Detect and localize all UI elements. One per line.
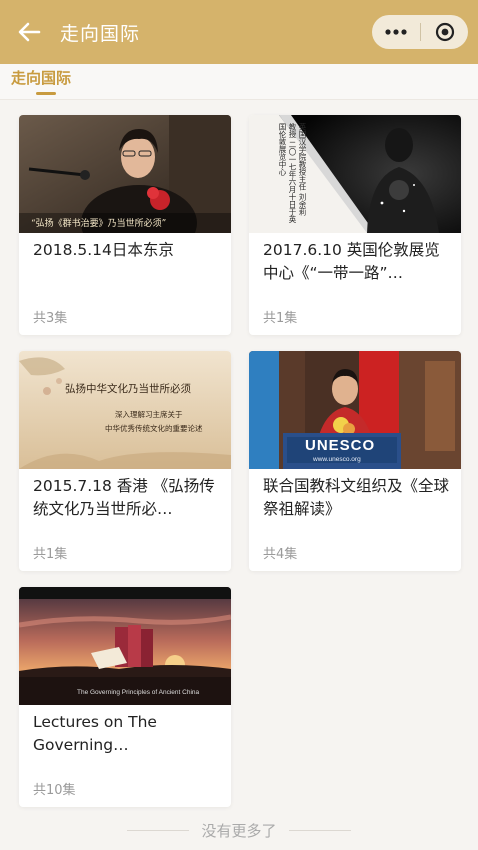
album-card[interactable]: “弘扬《群书治要》乃当世所必须” 2018.5.14日本东京 共3集 bbox=[19, 115, 231, 335]
page-title: 走向国际 bbox=[60, 23, 141, 45]
thumbnail-subline: 深入理解习主席关于 bbox=[115, 410, 183, 419]
unesco-logo: UNESCO bbox=[305, 437, 376, 454]
divider-left bbox=[127, 829, 190, 831]
album-card[interactable]: 英国汉学院教授主任 刘余莉 教授 二〇一七年六月十日于英国伦敦展览中心 2017… bbox=[249, 115, 461, 335]
album-title: 2018.5.14日本东京 bbox=[33, 241, 174, 259]
more-button[interactable] bbox=[372, 15, 420, 49]
album-thumbnail: 弘扬中华文化乃当世所必须 深入理解习主席关于 中华优秀传统文化的重要论述 bbox=[19, 351, 231, 469]
album-card[interactable]: UNESCO www.unesco.org 联合国教科文组织及《全球祭祖解读》 … bbox=[249, 351, 461, 571]
no-more-text: 没有更多了 bbox=[201, 821, 277, 840]
category-tabbar: 走向国际 bbox=[0, 64, 478, 100]
thumbnail-caption: “弘扬《群书治要》乃当世所必须” bbox=[31, 219, 167, 229]
close-button[interactable] bbox=[421, 15, 468, 49]
end-of-list: 没有更多了 bbox=[0, 818, 478, 842]
arrow-left-icon bbox=[18, 22, 41, 42]
album-thumbnail: 英国汉学院教授主任 刘余莉 教授 二〇一七年六月十日于英国伦敦展览中心 bbox=[249, 115, 461, 233]
album-title: Lectures on The Governing… bbox=[33, 713, 157, 754]
album-title: 2017.6.10 英国伦敦展览中心《“一带一路”… bbox=[263, 241, 440, 282]
episode-count: 共10集 bbox=[33, 783, 76, 798]
episode-count: 共3集 bbox=[33, 311, 68, 326]
episode-count: 共1集 bbox=[263, 311, 298, 326]
tab-active-indicator bbox=[36, 92, 56, 95]
back-button[interactable] bbox=[14, 18, 44, 46]
album-card[interactable]: 弘扬中华文化乃当世所必须 深入理解习主席关于 中华优秀传统文化的重要论述 201… bbox=[19, 351, 231, 571]
album-thumbnail: “弘扬《群书治要》乃当世所必须” bbox=[19, 115, 231, 233]
unesco-url: www.unesco.org bbox=[313, 456, 361, 463]
thumbnail-subline: 中华优秀传统文化的重要论述 bbox=[105, 424, 203, 433]
mini-program-capsule bbox=[372, 15, 468, 49]
album-thumbnail: UNESCO www.unesco.org bbox=[249, 351, 461, 469]
thumbnail-caption: 英国汉学院教授主任 刘余莉 教授 二〇一七年六月十日于英国伦敦展览中心 bbox=[278, 123, 307, 223]
thumbnail-caption: The Governing Principles of Ancient Chin… bbox=[77, 689, 200, 696]
close-target-icon bbox=[435, 22, 454, 42]
nav-header: 走向国际 bbox=[0, 0, 478, 64]
more-dots-icon bbox=[385, 29, 407, 35]
episode-count: 共1集 bbox=[33, 547, 68, 562]
tab-international[interactable]: 走向国际 bbox=[11, 67, 71, 88]
album-title: 2015.7.18 香港 《弘扬传统文化乃当世所必… bbox=[33, 477, 215, 518]
album-thumbnail: The Governing Principles of Ancient Chin… bbox=[19, 587, 231, 705]
album-card[interactable]: The Governing Principles of Ancient Chin… bbox=[19, 587, 231, 807]
thumbnail-heading: 弘扬中华文化乃当世所必须 bbox=[65, 383, 191, 395]
episode-count: 共4集 bbox=[263, 547, 298, 562]
album-title: 联合国教科文组织及《全球祭祖解读》 bbox=[263, 477, 450, 518]
divider-right bbox=[288, 829, 351, 831]
